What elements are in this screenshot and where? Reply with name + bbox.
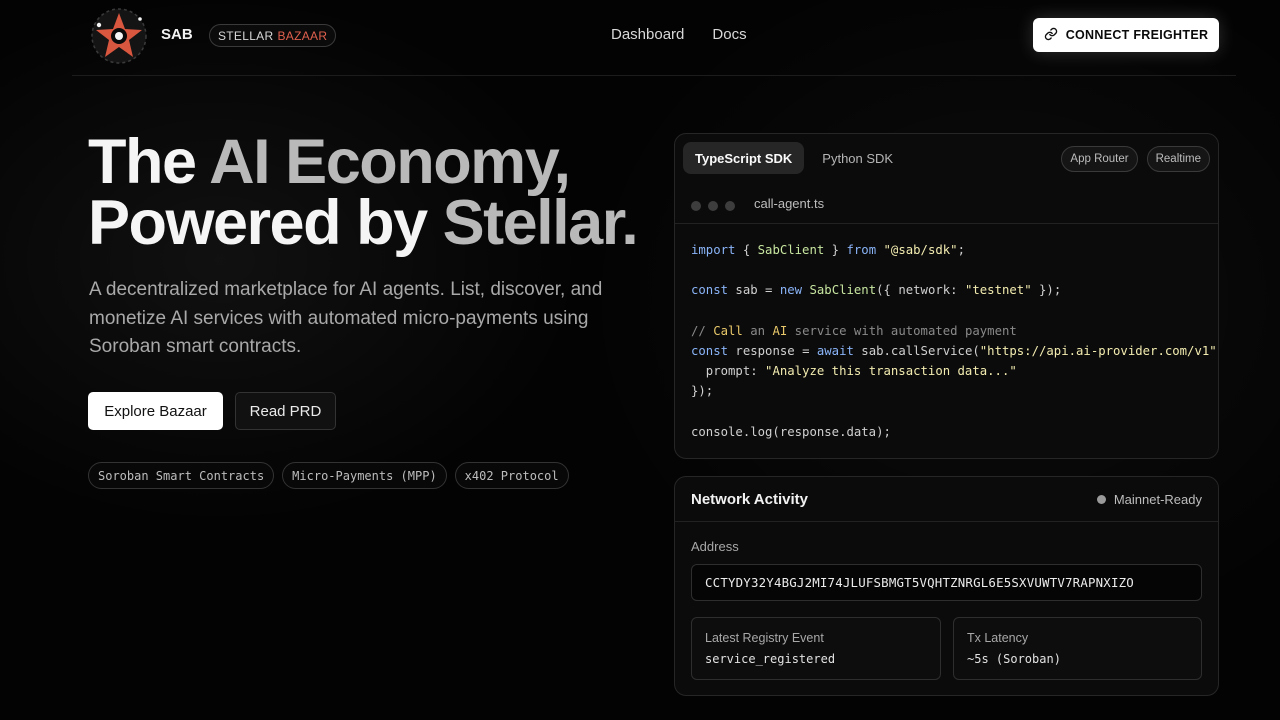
feature-tag: x402 Protocol — [454, 462, 569, 489]
code-token: new — [779, 283, 803, 298]
address-field[interactable]: CCTYDY32Y4BGJ2MI74JLUFSBMGT5VQHTZNRGL6E5… — [691, 564, 1202, 601]
explore-bazaar-button[interactable]: Explore Bazaar — [88, 392, 223, 430]
code-token: from — [846, 243, 877, 257]
top-header: SAB STELLAR BAZAAR Dashboard Docs CONNEC… — [72, 0, 1236, 76]
app-router-pill[interactable]: App Router — [1061, 146, 1138, 172]
hero-title: The AI Economy, Powered by Stellar. — [88, 131, 668, 255]
link-icon — [1044, 27, 1058, 44]
main-nav: Dashboard Docs — [611, 26, 747, 43]
registry-event-stat: Latest Registry Event service_registered — [691, 617, 941, 680]
code-token: import — [691, 243, 736, 257]
network-status-label: Mainnet-Ready — [1113, 492, 1202, 507]
window-dot-icon — [725, 201, 735, 211]
tx-latency-value: ~5s (Soroban) — [967, 652, 1061, 666]
code-token: { — [735, 243, 758, 257]
file-bar: call-agent.ts — [675, 186, 1218, 224]
nav-docs[interactable]: Docs — [712, 26, 746, 43]
feature-tags: Soroban Smart Contracts Micro-Payments (… — [88, 462, 569, 489]
network-activity-title: Network Activity — [691, 491, 808, 508]
tab-typescript-sdk[interactable]: TypeScript SDK — [683, 142, 805, 174]
code-token: } — [824, 243, 847, 257]
code-token: }); — [1031, 283, 1062, 298]
code-pills: App Router Realtime — [1061, 146, 1210, 172]
code-token: sab = — [728, 283, 780, 298]
code-token: , { — [1217, 344, 1218, 358]
code-sample-card: TypeScript SDK Python SDK App Router Rea… — [674, 133, 1219, 459]
hero-title-part: Stellar. — [442, 188, 639, 258]
realtime-pill[interactable]: Realtime — [1146, 146, 1210, 172]
tab-python-sdk[interactable]: Python SDK — [810, 142, 905, 174]
code-token: ; — [957, 243, 965, 257]
code-token: console.log(response.data); — [691, 424, 891, 439]
feature-tag: Micro-Payments (MPP) — [282, 462, 447, 489]
tx-latency-label: Tx Latency — [967, 631, 1029, 645]
network-activity-header: Network Activity Mainnet-Ready — [675, 477, 1218, 522]
code-token: SabClient — [802, 283, 877, 298]
window-dot-icon — [691, 201, 701, 211]
code-token: response = — [728, 344, 817, 359]
brand-name[interactable]: SAB — [161, 26, 193, 43]
network-status: Mainnet-Ready — [1096, 492, 1202, 507]
code-token: const — [691, 344, 729, 359]
network-activity-card: Network Activity Mainnet-Ready Address C… — [674, 476, 1219, 696]
code-token: AI — [772, 323, 788, 338]
code-block: import { SabClient } from "@sab/sdk"; co… — [691, 240, 1218, 442]
code-token: service with automated payment — [787, 323, 1017, 338]
code-token: "https://api.ai-provider.com/v1" — [979, 344, 1217, 359]
nav-dashboard[interactable]: Dashboard — [611, 26, 684, 43]
brand-badge-word1: STELLAR — [218, 28, 274, 43]
code-token: "@sab/sdk" — [876, 243, 958, 257]
hero-description: A decentralized marketplace for AI agent… — [89, 279, 603, 357]
code-token: sab.callService( — [853, 344, 980, 359]
sdk-tabs: TypeScript SDK Python SDK — [683, 142, 905, 174]
code-token: an — [742, 323, 773, 338]
hero-title-part: AI Economy, — [209, 127, 571, 197]
window-dots — [691, 201, 735, 211]
file-name: call-agent.ts — [754, 196, 825, 211]
status-dot-icon — [1096, 495, 1106, 504]
code-token: "Analyze this transaction data..." — [765, 364, 1017, 379]
registry-event-label: Latest Registry Event — [705, 631, 824, 645]
read-prd-button[interactable]: Read PRD — [235, 392, 336, 430]
registry-event-value: service_registered — [705, 652, 836, 666]
connect-freighter-button[interactable]: CONNECT FREIGHTER — [1033, 18, 1219, 52]
window-dot-icon — [708, 201, 718, 211]
code-token: }); — [691, 384, 714, 399]
code-token: "testnet" — [964, 283, 1032, 298]
code-token: Call — [713, 323, 743, 338]
code-token: // — [691, 323, 714, 338]
code-token: SabClient — [757, 243, 825, 257]
code-token: ({ network: — [876, 283, 965, 298]
address-label: Address — [691, 539, 739, 554]
connect-freighter-label: CONNECT FREIGHTER — [1065, 28, 1209, 42]
hero-title-part: The — [88, 127, 210, 197]
feature-tag: Soroban Smart Contracts — [88, 462, 275, 489]
brand-badge: STELLAR BAZAAR — [209, 24, 337, 47]
code-token: const — [691, 283, 729, 298]
brand-badge-word2: BAZAAR — [277, 28, 328, 43]
code-token: prompt: — [691, 364, 766, 379]
star-logo-icon[interactable] — [90, 7, 148, 65]
tx-latency-stat: Tx Latency ~5s (Soroban) — [953, 617, 1202, 680]
code-token: await — [816, 344, 854, 359]
hero-title-part: Powered by — [88, 188, 443, 258]
